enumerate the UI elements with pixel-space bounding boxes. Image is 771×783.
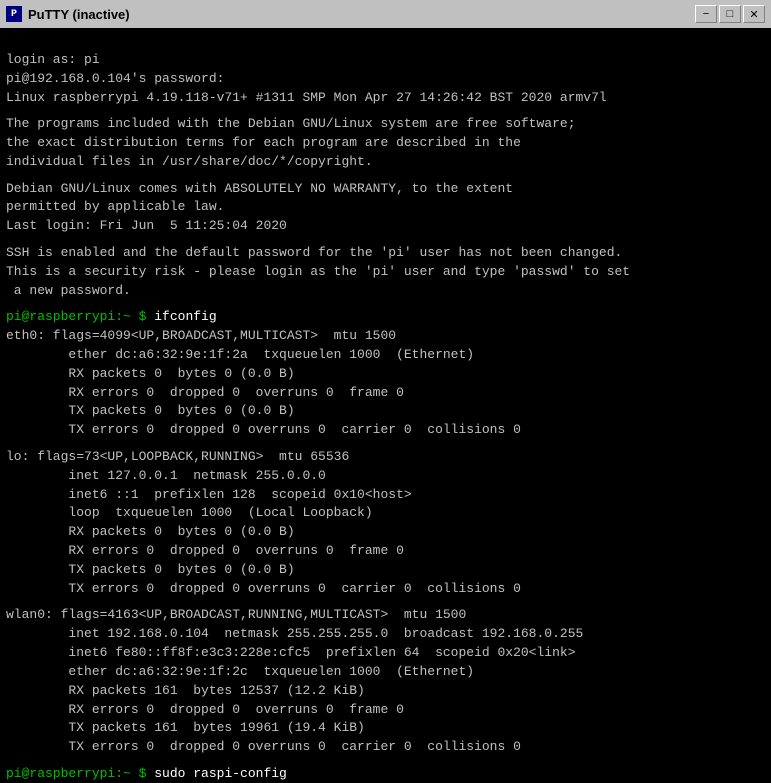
terminal-line: RX errors 0 dropped 0 overruns 0 frame 0	[6, 542, 765, 561]
terminal-line: TX errors 0 dropped 0 overruns 0 carrier…	[6, 421, 765, 440]
terminal-line: RX errors 0 dropped 0 overruns 0 frame 0	[6, 701, 765, 720]
terminal-line: This is a security risk - please login a…	[6, 263, 765, 282]
close-button[interactable]: ✕	[743, 5, 765, 23]
terminal-line: inet 127.0.0.1 netmask 255.0.0.0	[6, 467, 765, 486]
terminal-line	[6, 236, 765, 244]
terminal-line: inet 192.168.0.104 netmask 255.255.255.0…	[6, 625, 765, 644]
terminal-line: ether dc:a6:32:9e:1f:2c txqueuelen 1000 …	[6, 663, 765, 682]
terminal-line	[6, 440, 765, 448]
terminal-line: RX packets 0 bytes 0 (0.0 B)	[6, 523, 765, 542]
terminal-line: login as: pi	[6, 51, 765, 70]
terminal-line: TX packets 161 bytes 19961 (19.4 KiB)	[6, 719, 765, 738]
terminal-output[interactable]: login as: pipi@192.168.0.104's password:…	[0, 28, 771, 783]
terminal-line	[6, 757, 765, 765]
window-controls: − □ ✕	[695, 5, 765, 23]
terminal-line: ether dc:a6:32:9e:1f:2a txqueuelen 1000 …	[6, 346, 765, 365]
minimize-button[interactable]: −	[695, 5, 717, 23]
terminal-line: wlan0: flags=4163<UP,BROADCAST,RUNNING,M…	[6, 606, 765, 625]
terminal-line: pi@192.168.0.104's password:	[6, 70, 765, 89]
terminal-line: individual files in /usr/share/doc/*/cop…	[6, 153, 765, 172]
terminal-line: RX errors 0 dropped 0 overruns 0 frame 0	[6, 384, 765, 403]
title-bar: P PuTTY (inactive) − □ ✕	[0, 0, 771, 28]
terminal-line: Debian GNU/Linux comes with ABSOLUTELY N…	[6, 180, 765, 199]
window-title: PuTTY (inactive)	[28, 7, 130, 22]
terminal-line: a new password.	[6, 282, 765, 301]
terminal-line	[6, 107, 765, 115]
terminal-line: lo: flags=73<UP,LOOPBACK,RUNNING> mtu 65…	[6, 448, 765, 467]
app-icon: P	[6, 6, 22, 22]
terminal-line: TX packets 0 bytes 0 (0.0 B)	[6, 561, 765, 580]
terminal-line	[6, 300, 765, 308]
terminal-line: eth0: flags=4099<UP,BROADCAST,MULTICAST>…	[6, 327, 765, 346]
terminal-line	[6, 172, 765, 180]
terminal-line: Last login: Fri Jun 5 11:25:04 2020	[6, 217, 765, 236]
terminal-line: The programs included with the Debian GN…	[6, 115, 765, 134]
terminal-line: pi@raspberrypi:~ $ ifconfig	[6, 308, 765, 327]
terminal-line: loop txqueuelen 1000 (Local Loopback)	[6, 504, 765, 523]
terminal-line: permitted by applicable law.	[6, 198, 765, 217]
terminal-line: TX errors 0 dropped 0 overruns 0 carrier…	[6, 738, 765, 757]
terminal-line: SSH is enabled and the default password …	[6, 244, 765, 263]
terminal-line: TX errors 0 dropped 0 overruns 0 carrier…	[6, 580, 765, 599]
terminal-line: pi@raspberrypi:~ $ sudo raspi-config	[6, 765, 765, 783]
terminal-line: Linux raspberrypi 4.19.118-v71+ #1311 SM…	[6, 89, 765, 108]
terminal-line	[6, 599, 765, 607]
terminal-line: the exact distribution terms for each pr…	[6, 134, 765, 153]
terminal-line: RX packets 161 bytes 12537 (12.2 KiB)	[6, 682, 765, 701]
terminal-line: inet6 ::1 prefixlen 128 scopeid 0x10<hos…	[6, 486, 765, 505]
terminal-line: RX packets 0 bytes 0 (0.0 B)	[6, 365, 765, 384]
maximize-button[interactable]: □	[719, 5, 741, 23]
terminal-line: inet6 fe80::ff8f:e3c3:228e:cfc5 prefixle…	[6, 644, 765, 663]
terminal-line: TX packets 0 bytes 0 (0.0 B)	[6, 402, 765, 421]
